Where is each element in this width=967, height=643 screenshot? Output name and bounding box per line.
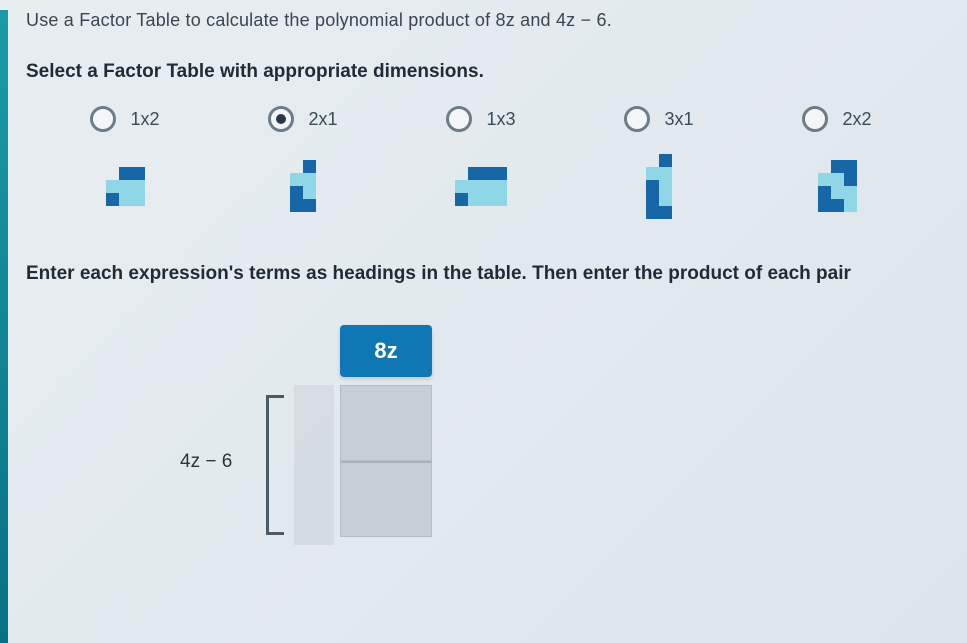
radio-1x3[interactable] [446,106,472,132]
shape-3x1 [646,151,672,221]
shape-1x3 [455,151,507,221]
factor-table: 8z 4z − 6 [150,325,470,545]
option-2x1[interactable]: 2x1 [228,101,378,221]
factor-row-label[interactable]: 4z − 6 [180,451,232,473]
option-label-3x1: 3x1 [664,109,693,130]
question-text: Use a Factor Table to calculate the poly… [26,10,947,31]
shape-2x2 [818,151,857,221]
factor-column-header[interactable]: 8z [340,325,432,377]
radio-1x2[interactable] [90,106,116,132]
row-bracket-icon [266,395,284,535]
option-1x2[interactable]: 1x2 [50,101,200,221]
shape-1x2 [106,151,145,221]
enter-terms-instruction: Enter each expression's terms as heading… [26,263,947,285]
option-1x3[interactable]: 1x3 [406,101,556,221]
option-label-1x3: 1x3 [486,109,515,130]
product-cell-1[interactable] [340,385,432,461]
option-label-1x2: 1x2 [130,109,159,130]
shape-2x1 [290,151,316,221]
radio-2x1[interactable] [268,106,294,132]
radio-3x1[interactable] [624,106,650,132]
option-label-2x1: 2x1 [308,109,337,130]
radio-2x2[interactable] [802,106,828,132]
option-3x1[interactable]: 3x1 [584,101,734,221]
option-label-2x2: 2x2 [842,109,871,130]
row-header-slot[interactable] [294,385,334,545]
product-cell-2[interactable] [340,461,432,537]
dimension-options-row: 1x2 2x1 1x3 [50,101,947,221]
option-2x2[interactable]: 2x2 [762,101,912,221]
select-dimensions-heading: Select a Factor Table with appropriate d… [26,61,947,83]
